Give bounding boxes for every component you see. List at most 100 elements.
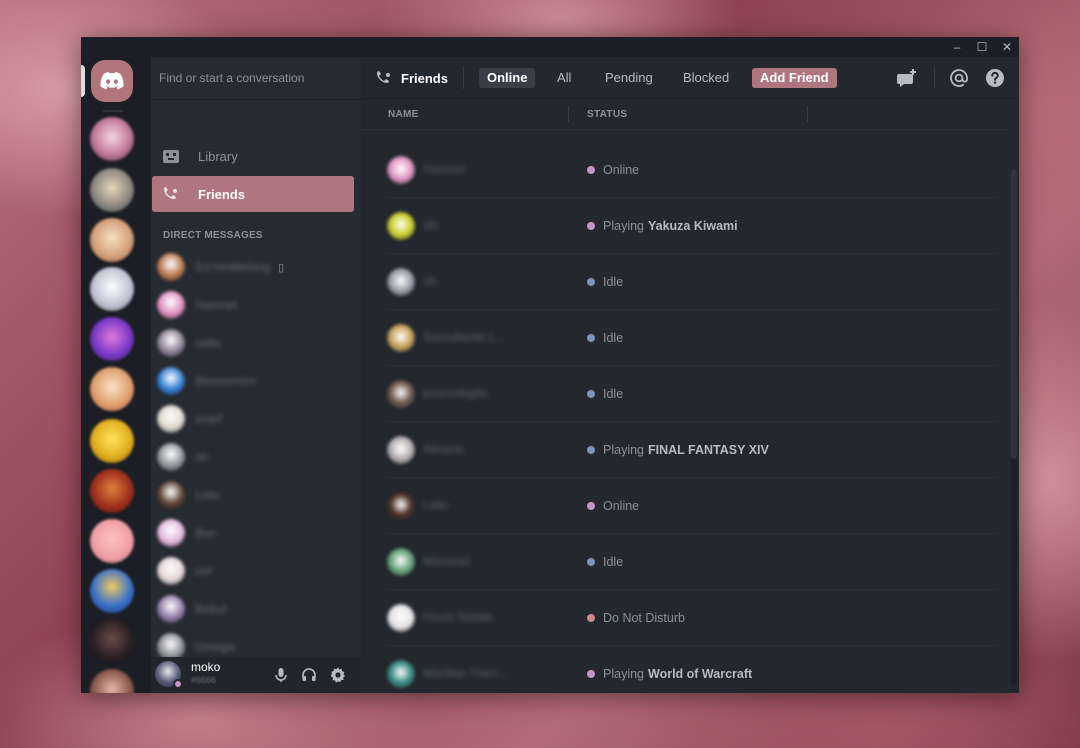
server-icon[interactable] — [90, 669, 134, 693]
game-name: FINAL FANTASY XIV — [648, 443, 769, 457]
minimize-button[interactable]: – — [945, 37, 969, 57]
friend-row[interactable]: Hamnet Online — [387, 142, 997, 198]
headphones-icon[interactable] — [299, 665, 319, 685]
library-icon — [162, 147, 180, 165]
direct-messages-heading: DIRECT MESSAGES — [163, 230, 263, 241]
friend-row[interactable]: Houni Natale Do Not Disturb — [387, 590, 997, 646]
dm-item[interactable]: cellis — [157, 326, 347, 360]
title-bar: – ☐ ✕ — [81, 37, 1019, 57]
avatar — [387, 324, 415, 352]
dm-item[interactable]: Bobut — [157, 592, 347, 626]
friend-name: Houni Natale — [423, 610, 493, 624]
status-text: Do Not Disturb — [603, 611, 685, 625]
new-group-dm-icon[interactable] — [896, 67, 918, 89]
status-indicator — [587, 614, 595, 622]
dm-item[interactable]: Lelin — [157, 478, 347, 512]
avatar — [387, 660, 415, 688]
server-icon[interactable] — [90, 218, 134, 262]
dm-item[interactable]: Blossomize — [157, 364, 347, 398]
nav-library[interactable]: Library — [152, 138, 354, 174]
tab-pending[interactable]: Pending — [597, 68, 661, 88]
server-icon[interactable] — [90, 117, 134, 161]
maximize-button[interactable]: ☐ — [970, 37, 994, 57]
dm-name: Omega — [195, 640, 235, 654]
server-icon[interactable] — [90, 569, 134, 613]
discord-window: – ☐ ✕ Find or start a conversation Libra… — [81, 37, 1019, 693]
friend-row[interactable]: Mamead Idle — [387, 534, 997, 590]
page-title-text: Friends — [401, 70, 448, 86]
server-icon[interactable] — [90, 619, 134, 663]
tab-blocked[interactable]: Blocked — [675, 68, 737, 88]
help-icon[interactable] — [984, 67, 1006, 89]
dm-item[interactable]: snarf — [157, 402, 347, 436]
home-indicator — [81, 65, 85, 97]
avatar — [157, 291, 185, 319]
dm-item[interactable]: Bon — [157, 516, 347, 550]
friend-name: Hamnet — [423, 162, 466, 176]
dm-item[interactable]: S1rVinMelong ▯ — [157, 250, 347, 284]
avatar — [157, 519, 185, 547]
dm-name: Hamnet — [195, 298, 238, 312]
friend-status: Do Not Disturb — [587, 610, 685, 626]
friend-row[interactable]: Lelin Online — [387, 478, 997, 534]
friend-status: Playing FINAL FANTASY XIV — [587, 442, 769, 458]
divider — [151, 99, 361, 100]
status-text: Online — [603, 499, 640, 513]
avatar — [387, 548, 415, 576]
server-icon[interactable] — [90, 367, 134, 411]
avatar — [157, 253, 185, 281]
scrollbar-thumb[interactable] — [1011, 169, 1017, 459]
dm-name: Bon — [195, 526, 217, 540]
server-icon[interactable] — [90, 419, 134, 463]
home-button[interactable] — [91, 60, 133, 102]
friend-status: Playing World of Warcraft — [587, 666, 752, 682]
avatar — [157, 481, 185, 509]
page-title: Friends — [375, 68, 448, 88]
friend-name: Samuiliante L... — [423, 330, 506, 344]
tab-all[interactable]: All — [549, 68, 579, 88]
status-text: Playing — [603, 443, 644, 457]
dm-item[interactable]: Hamnet — [157, 288, 347, 322]
divider — [361, 129, 1009, 130]
column-header-name[interactable]: NAME — [388, 109, 419, 120]
status-text: Idle — [603, 275, 624, 289]
server-icon[interactable] — [90, 469, 134, 513]
tab-online[interactable]: Online — [479, 68, 536, 88]
server-icon[interactable] — [90, 267, 134, 311]
dm-name: oh — [195, 450, 209, 464]
column-separator — [568, 106, 569, 122]
avatar — [387, 212, 415, 240]
dm-name: cellis — [195, 336, 222, 350]
dm-name: oof — [195, 564, 212, 578]
avatar — [387, 604, 415, 632]
server-list — [81, 57, 151, 693]
microphone-icon[interactable] — [271, 665, 291, 685]
dm-item[interactable]: oh — [157, 440, 347, 474]
friend-status: Online — [587, 162, 639, 178]
friend-row[interactable]: Alinaria Playing FINAL FANTASY XIV — [387, 422, 997, 478]
friend-row[interactable]: Samuiliante L... Idle — [387, 310, 997, 366]
add-friend-button[interactable]: Add Friend — [752, 68, 837, 88]
friend-row[interactable]: juveninbgde Idle — [387, 366, 997, 422]
column-separator — [807, 106, 808, 122]
nav-friends[interactable]: Friends — [152, 176, 354, 212]
gear-icon[interactable] — [328, 665, 348, 685]
column-header-status[interactable]: STATUS — [587, 109, 627, 120]
friend-row[interactable]: oh Idle — [387, 254, 997, 310]
server-icon[interactable] — [90, 519, 134, 563]
status-indicator — [587, 390, 595, 398]
avatar — [157, 595, 185, 623]
server-icon[interactable] — [90, 168, 134, 212]
server-icon[interactable] — [90, 317, 134, 361]
friend-status: Idle — [587, 330, 623, 346]
mobile-icon: ▯ — [278, 261, 285, 274]
user-panel: moko #6666 — [151, 657, 361, 693]
close-button[interactable]: ✕ — [995, 37, 1019, 57]
friend-row[interactable]: sib Playing Yakuza Kiwami — [387, 198, 997, 254]
search-input[interactable]: Find or start a conversation — [159, 69, 339, 87]
dm-item[interactable]: oof — [157, 554, 347, 588]
friend-row[interactable]: Mardian Then... Playing World of Warcraft — [387, 646, 997, 693]
mentions-icon[interactable] — [948, 67, 970, 89]
status-indicator — [587, 166, 595, 174]
friend-status: Idle — [587, 274, 623, 290]
